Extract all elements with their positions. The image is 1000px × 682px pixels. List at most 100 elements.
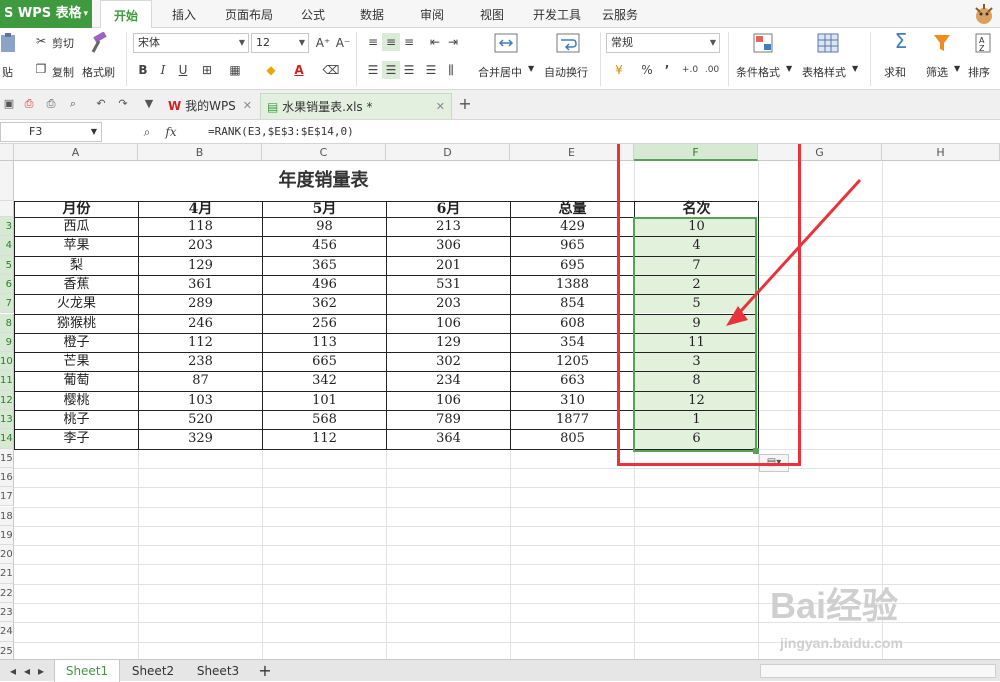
increase-decimal-button[interactable]: +.0: [680, 61, 700, 79]
next-sheet-icon[interactable]: ▸: [32, 662, 50, 680]
table-cell[interactable]: 289: [139, 295, 262, 313]
sheet-tab-1[interactable]: Sheet1: [54, 660, 120, 682]
tab-home[interactable]: 开始: [100, 0, 152, 29]
fx-button[interactable]: fx: [162, 123, 180, 141]
table-cell[interactable]: 98: [263, 218, 386, 236]
row-header[interactable]: 13: [0, 410, 14, 430]
tab-insert[interactable]: 插入: [164, 0, 204, 28]
currency-icon[interactable]: ¥: [610, 61, 628, 79]
row-header[interactable]: 22: [0, 583, 14, 603]
table-cell[interactable]: 129: [387, 334, 510, 352]
table-header-cell[interactable]: 名次: [635, 202, 758, 217]
paste-icon[interactable]: [0, 32, 18, 54]
row-header[interactable]: 4: [0, 236, 14, 256]
scissors-icon[interactable]: ✂: [32, 32, 50, 50]
font-color-button[interactable]: A: [290, 61, 308, 79]
column-header-a[interactable]: A: [14, 144, 138, 161]
sheet-title[interactable]: 年度销量表: [14, 161, 633, 201]
close-icon[interactable]: ✕: [243, 93, 252, 119]
tab-data[interactable]: 数据: [352, 0, 392, 28]
clear-format-icon[interactable]: ⌫: [322, 61, 340, 79]
indent-increase-icon[interactable]: ⇥: [444, 33, 462, 51]
number-format-select[interactable]: 常规 ▼: [606, 33, 720, 53]
rank-cell[interactable]: 11: [635, 333, 758, 353]
conditional-format-icon[interactable]: [752, 32, 776, 54]
row-header[interactable]: 3: [0, 217, 14, 237]
cut-button[interactable]: 剪切: [52, 35, 74, 51]
table-cell[interactable]: 西瓜: [15, 218, 138, 236]
align-center-icon[interactable]: ☰: [382, 61, 400, 79]
table-cell[interactable]: 橙子: [15, 334, 138, 352]
conditional-format-button[interactable]: 条件格式: [736, 64, 780, 80]
doc-tab-my-wps[interactable]: W 我的WPS ✕: [162, 93, 258, 119]
table-cell[interactable]: 101: [263, 392, 386, 410]
table-cell[interactable]: 234: [387, 372, 510, 390]
table-cell[interactable]: 129: [139, 257, 262, 275]
tab-view[interactable]: 视图: [472, 0, 512, 28]
percent-button[interactable]: %: [638, 61, 656, 79]
table-cell[interactable]: 456: [263, 237, 386, 255]
table-cell[interactable]: 106: [387, 315, 510, 333]
table-cell[interactable]: 118: [139, 218, 262, 236]
align-top-icon[interactable]: ≡: [364, 33, 382, 51]
tab-formulas[interactable]: 公式: [294, 0, 332, 28]
row-header[interactable]: 6: [0, 274, 14, 295]
tab-page-layout[interactable]: 页面布局: [220, 0, 278, 28]
table-cell[interactable]: 520: [139, 411, 262, 429]
table-cell[interactable]: 芒果: [15, 353, 138, 371]
row-header[interactable]: 18: [0, 506, 14, 526]
redo-icon[interactable]: ↷: [116, 97, 130, 111]
table-cell[interactable]: 桃子: [15, 411, 138, 429]
border-icon[interactable]: ⊞: [198, 61, 216, 79]
increase-font-icon[interactable]: A⁺: [314, 34, 332, 52]
table-cell[interactable]: 203: [387, 295, 510, 313]
table-cell[interactable]: 112: [263, 430, 386, 448]
chevron-down-icon[interactable]: ▼: [142, 97, 156, 111]
font-size-select[interactable]: 12 ▼: [251, 33, 309, 53]
distribute-icon[interactable]: ⫼: [442, 61, 460, 79]
print-icon[interactable]: ⎙: [44, 97, 58, 111]
print-preview-icon[interactable]: ⌕: [66, 97, 80, 111]
table-cell[interactable]: 789: [387, 411, 510, 429]
table-cell[interactable]: 1205: [511, 353, 634, 371]
rank-cell[interactable]: 10: [635, 218, 758, 237]
table-cell[interactable]: 葡萄: [15, 372, 138, 390]
name-box[interactable]: F3 ▼: [0, 122, 102, 142]
close-icon[interactable]: ✕: [436, 94, 445, 120]
sort-icon[interactable]: AZ: [974, 32, 994, 54]
table-cell[interactable]: 106: [387, 392, 510, 410]
table-cell[interactable]: 310: [511, 392, 634, 410]
format-painter-icon[interactable]: [88, 32, 108, 54]
merge-center-button[interactable]: 合并居中: [478, 64, 522, 80]
table-cell[interactable]: 329: [139, 430, 262, 448]
table-cell[interactable]: 201: [387, 257, 510, 275]
row-header[interactable]: 9: [0, 332, 14, 353]
paste-button[interactable]: 贴: [2, 64, 13, 80]
horizontal-scrollbar[interactable]: [760, 664, 996, 678]
table-header-cell[interactable]: 4月: [139, 202, 262, 217]
row-header[interactable]: 8: [0, 313, 14, 333]
tab-review[interactable]: 审阅: [412, 0, 452, 28]
rank-cell[interactable]: 8: [635, 372, 758, 391]
table-cell[interactable]: 213: [387, 218, 510, 236]
table-cell[interactable]: 238: [139, 353, 262, 371]
row-header[interactable]: 10: [0, 352, 14, 372]
column-header-f[interactable]: F: [634, 144, 758, 161]
cell-style-icon[interactable]: ▦: [226, 61, 244, 79]
table-cell[interactable]: 361: [139, 276, 262, 294]
indent-decrease-icon[interactable]: ⇤: [426, 33, 444, 51]
table-cell[interactable]: 246: [139, 315, 262, 333]
align-right-icon[interactable]: ☰: [400, 61, 418, 79]
bold-button[interactable]: B: [134, 61, 152, 79]
row-header[interactable]: 20: [0, 545, 14, 565]
font-name-select[interactable]: 宋体 ▼: [133, 33, 249, 53]
column-header-e[interactable]: E: [510, 144, 634, 161]
table-cell[interactable]: 203: [139, 237, 262, 255]
new-tab-icon[interactable]: +: [458, 96, 472, 112]
rank-cell[interactable]: 1: [635, 411, 758, 430]
row-header[interactable]: 21: [0, 564, 14, 584]
table-cell[interactable]: 火龙果: [15, 295, 138, 313]
formula-input[interactable]: =RANK(E3,$E$3:$E$14,0): [208, 120, 354, 144]
comma-button[interactable]: ’: [658, 61, 676, 79]
underline-button[interactable]: U: [174, 61, 192, 79]
